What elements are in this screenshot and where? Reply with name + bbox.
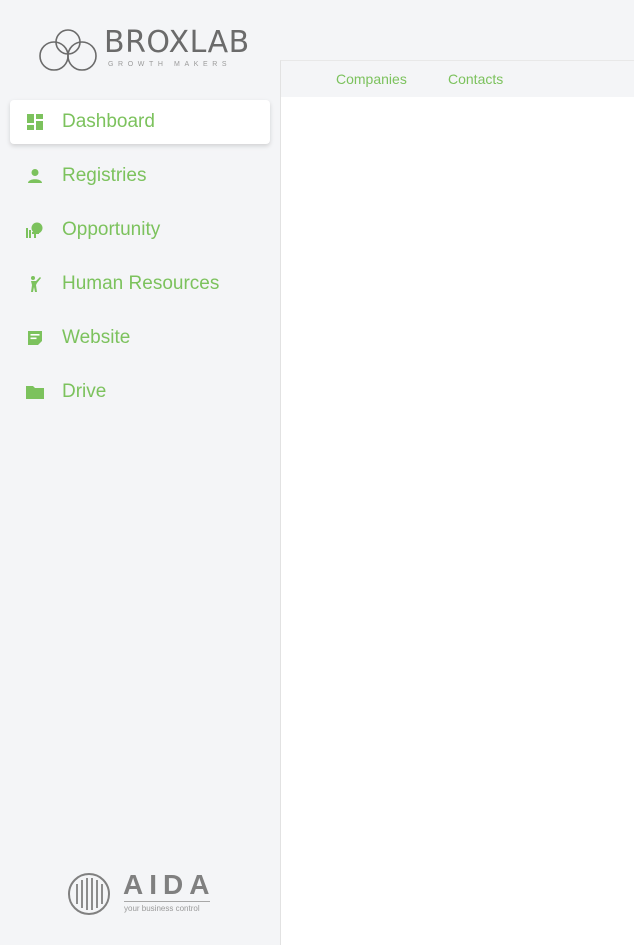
- sidebar-item-drive[interactable]: Drive: [10, 370, 270, 414]
- sidebar-item-registries[interactable]: Registries: [10, 154, 270, 198]
- aida-logo-mark-icon: [68, 873, 110, 915]
- tab-companies[interactable]: Companies: [336, 71, 407, 87]
- sidebar-item-human-resources[interactable]: Human Resources: [10, 262, 270, 306]
- tab-contacts[interactable]: Contacts: [448, 71, 503, 87]
- human-resources-icon: [26, 275, 44, 293]
- opportunity-icon: [26, 221, 44, 239]
- sidebar-item-label: Registries: [62, 165, 147, 186]
- sidebar-item-label: Website: [62, 327, 131, 348]
- website-icon: [26, 329, 44, 347]
- sidebar-nav: Dashboard Registries Opportunity Human R…: [10, 100, 270, 424]
- app-root: BROXLAB GROWTH MAKERS Dashboard Registri…: [0, 0, 634, 945]
- brand-tagline: GROWTH MAKERS: [108, 61, 232, 68]
- folder-icon: [26, 383, 44, 401]
- broxlab-logo-mark-icon: [39, 29, 97, 71]
- dashboard-icon: [26, 113, 44, 131]
- brand-name: BROXLAB: [104, 25, 250, 60]
- sidebar-item-label: Opportunity: [62, 219, 161, 240]
- aida-logo: AIDA your business control: [66, 870, 216, 916]
- sidebar-item-label: Human Resources: [62, 273, 220, 294]
- top-tab-bar: Companies Contacts: [280, 60, 634, 97]
- sidebar-item-label: Drive: [62, 381, 107, 402]
- sidebar-item-opportunity[interactable]: Opportunity: [10, 208, 270, 252]
- main-content-area: [280, 97, 634, 945]
- sidebar-item-website[interactable]: Website: [10, 316, 270, 360]
- aida-tagline: your business control: [124, 904, 200, 913]
- aida-name: AIDA: [123, 869, 216, 900]
- aida-divider: [124, 901, 210, 902]
- sidebar: BROXLAB GROWTH MAKERS Dashboard Registri…: [0, 0, 280, 945]
- broxlab-logo[interactable]: BROXLAB GROWTH MAKERS: [38, 26, 249, 74]
- sidebar-item-dashboard[interactable]: Dashboard: [10, 100, 270, 144]
- person-icon: [26, 167, 44, 185]
- sidebar-item-label: Dashboard: [62, 111, 155, 132]
